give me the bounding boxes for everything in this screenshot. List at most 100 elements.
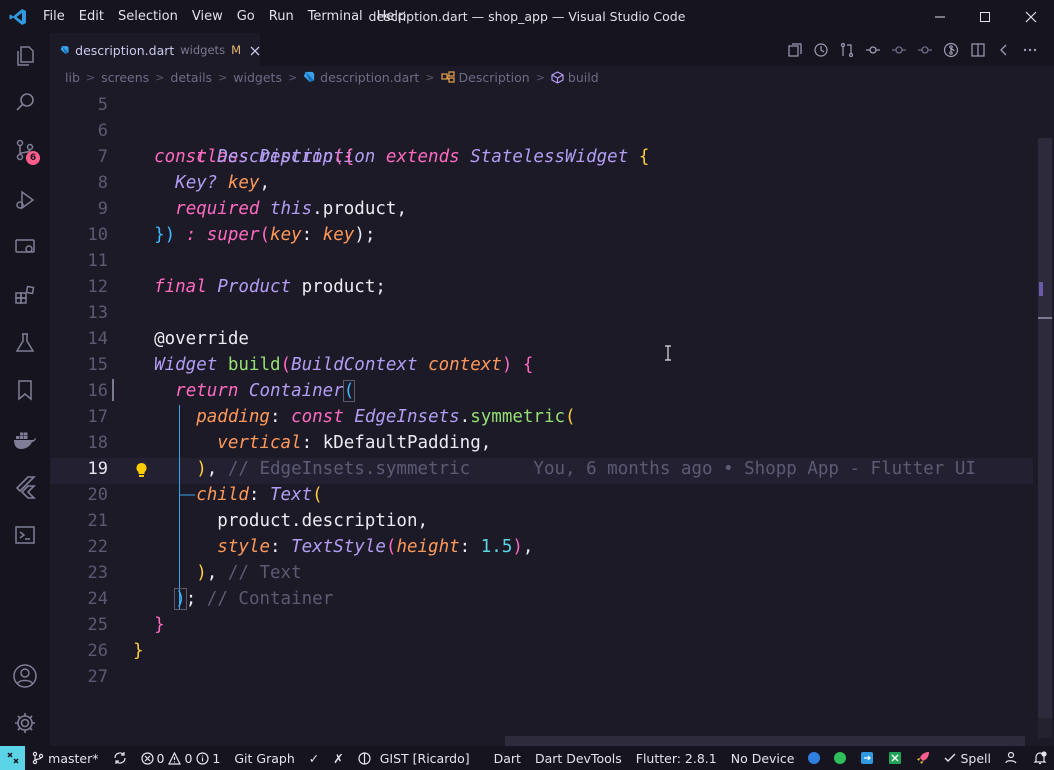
extensions-icon[interactable]	[0, 272, 50, 318]
git-compare-icon[interactable]	[838, 41, 856, 59]
menu-view[interactable]: View	[185, 0, 230, 33]
run-debug-icon[interactable]	[0, 177, 50, 223]
menu-edit[interactable]: Edit	[72, 0, 111, 33]
info-count: 1	[212, 750, 221, 766]
code-line-26: }	[133, 641, 144, 661]
git-graph-button[interactable]: Git Graph	[227, 746, 301, 770]
title-bar: File Edit Selection View Go Run Terminal…	[0, 0, 1054, 33]
horizontal-scrollbar-thumb[interactable]	[505, 736, 1025, 746]
scrollbar-cursor-marker	[1038, 317, 1052, 319]
tab-filename: description.dart	[75, 42, 175, 58]
device-selector[interactable]: No Device	[724, 746, 802, 770]
code-line-23: ), // Text	[196, 563, 302, 583]
cross-button[interactable]: ✗	[326, 746, 350, 770]
code-line-12: final Product product;	[154, 277, 386, 297]
breadcrumb-item[interactable]: widgets	[233, 70, 282, 85]
check-button[interactable]: ✓	[302, 746, 326, 770]
powershell-icon[interactable]	[0, 512, 50, 558]
method-symbol-icon	[551, 70, 564, 84]
excel-icon[interactable]	[881, 746, 909, 770]
language-mode[interactable]: Dart	[487, 746, 528, 770]
breadcrumb-class-label: Description	[458, 69, 530, 85]
breadcrumb-item[interactable]: lib	[65, 70, 80, 85]
menu-help[interactable]: Help	[370, 0, 414, 33]
breadcrumb-file[interactable]: description.dart	[303, 70, 419, 85]
code-line-16: return Container(	[175, 380, 356, 402]
git-branch[interactable]: master*	[25, 746, 105, 770]
tab-bar: description.dart widgets M	[50, 33, 1054, 66]
minimize-button[interactable]	[917, 0, 963, 33]
breadcrumb-separator-icon: >	[85, 70, 96, 84]
code-line-20: child: Text(	[196, 485, 323, 505]
dart-devtools-button[interactable]: Dart DevTools	[528, 746, 629, 770]
back-chevron-icon[interactable]	[995, 41, 1013, 59]
breadcrumb-separator-icon: >	[287, 70, 298, 84]
live-share-icon[interactable]	[853, 746, 881, 770]
split-editor-icon[interactable]	[969, 41, 987, 59]
text-cursor-icon	[665, 345, 671, 361]
search-icon[interactable]	[0, 79, 50, 125]
source-control-badge: 6	[26, 151, 40, 165]
docker-icon[interactable]	[0, 416, 50, 462]
menu-file[interactable]: File	[36, 0, 72, 33]
error-icon	[140, 751, 154, 765]
tab-description-dart[interactable]: description.dart widgets M	[50, 33, 260, 66]
flutter-version[interactable]: Flutter: 2.8.1	[629, 746, 724, 770]
branch-label: master*	[48, 750, 99, 766]
green-dot-icon[interactable]	[827, 746, 853, 770]
breadcrumb-separator-icon: >	[535, 70, 545, 84]
settings-gear-icon[interactable]	[0, 700, 50, 746]
rocket-icon[interactable]	[909, 746, 937, 770]
accounts-status-icon[interactable]	[998, 746, 1026, 770]
menu-go[interactable]: Go	[230, 0, 262, 33]
blame-toggle-icon[interactable]	[942, 41, 960, 59]
menu-selection[interactable]: Selection	[111, 0, 185, 33]
explorer-icon[interactable]	[0, 33, 50, 79]
breadcrumb-item[interactable]: details	[170, 70, 212, 85]
problems-indicator[interactable]: 0 0 1	[134, 746, 228, 770]
scrollbar-marker	[1039, 282, 1043, 296]
bookmarks-icon[interactable]	[0, 367, 50, 413]
blue-dot-icon[interactable]	[801, 746, 827, 770]
breadcrumb-separator-icon: >	[218, 70, 228, 84]
breadcrumb-item[interactable]: screens	[101, 70, 149, 85]
gist-indicator[interactable]: GIST [Ricardo]	[351, 746, 477, 770]
source-control-icon[interactable]: 6	[0, 127, 50, 173]
gist-label: GIST [Ricardo]	[379, 750, 470, 766]
maximize-button[interactable]	[962, 0, 1008, 33]
breadcrumb-separator-icon: >	[425, 70, 435, 84]
open-changes-icon[interactable]	[786, 41, 804, 59]
remote-indicator-icon[interactable]	[0, 746, 26, 770]
close-window-button[interactable]	[1008, 0, 1054, 33]
code-line-7: const Description({	[154, 147, 355, 167]
account-icon[interactable]	[0, 653, 50, 699]
code-editor[interactable]: 5 6 7 8 9 10 11 12 13 14 15 16 17 18 19 …	[50, 88, 1054, 746]
close-tab-icon[interactable]	[250, 41, 260, 60]
code-line-6: class Description extends StatelessWidge…	[196, 147, 650, 167]
status-bar: master* 0 0 1 Git Graph ✓ ✗ GIST [Ricard…	[0, 746, 1054, 770]
menu-run[interactable]: Run	[262, 0, 301, 33]
git-commit-icon[interactable]	[864, 41, 882, 59]
check-icon	[944, 753, 956, 762]
git-blame-annotation: You, 6 months ago • Shopp App - Flutter …	[533, 459, 976, 479]
next-change-icon[interactable]	[916, 41, 934, 59]
previous-change-icon[interactable]	[890, 41, 908, 59]
sync-icon[interactable]	[106, 746, 134, 770]
code-line-14: @override	[154, 329, 249, 349]
remote-explorer-icon[interactable]	[0, 224, 50, 270]
vscode-logo-icon	[0, 0, 36, 33]
menu-terminal[interactable]: Terminal	[301, 0, 370, 33]
code-line-8: Key? key,	[175, 173, 271, 193]
dart-file-icon	[304, 71, 315, 83]
breadcrumb-class[interactable]: Description	[440, 69, 530, 85]
breadcrumb: lib > screens > details > widgets > desc…	[50, 66, 1054, 88]
code-content: class Description extends StatelessWidge…	[133, 88, 1033, 746]
breadcrumb-method[interactable]: build	[551, 70, 599, 85]
more-actions-icon[interactable]	[1021, 41, 1039, 59]
vertical-scrollbar-thumb[interactable]	[1038, 138, 1052, 718]
timeline-history-icon[interactable]	[812, 41, 830, 59]
spell-check[interactable]: Spell	[937, 746, 998, 770]
flutter-icon[interactable]	[0, 464, 50, 510]
testing-icon[interactable]	[0, 320, 50, 366]
notifications-bell-icon[interactable]	[1026, 746, 1054, 770]
